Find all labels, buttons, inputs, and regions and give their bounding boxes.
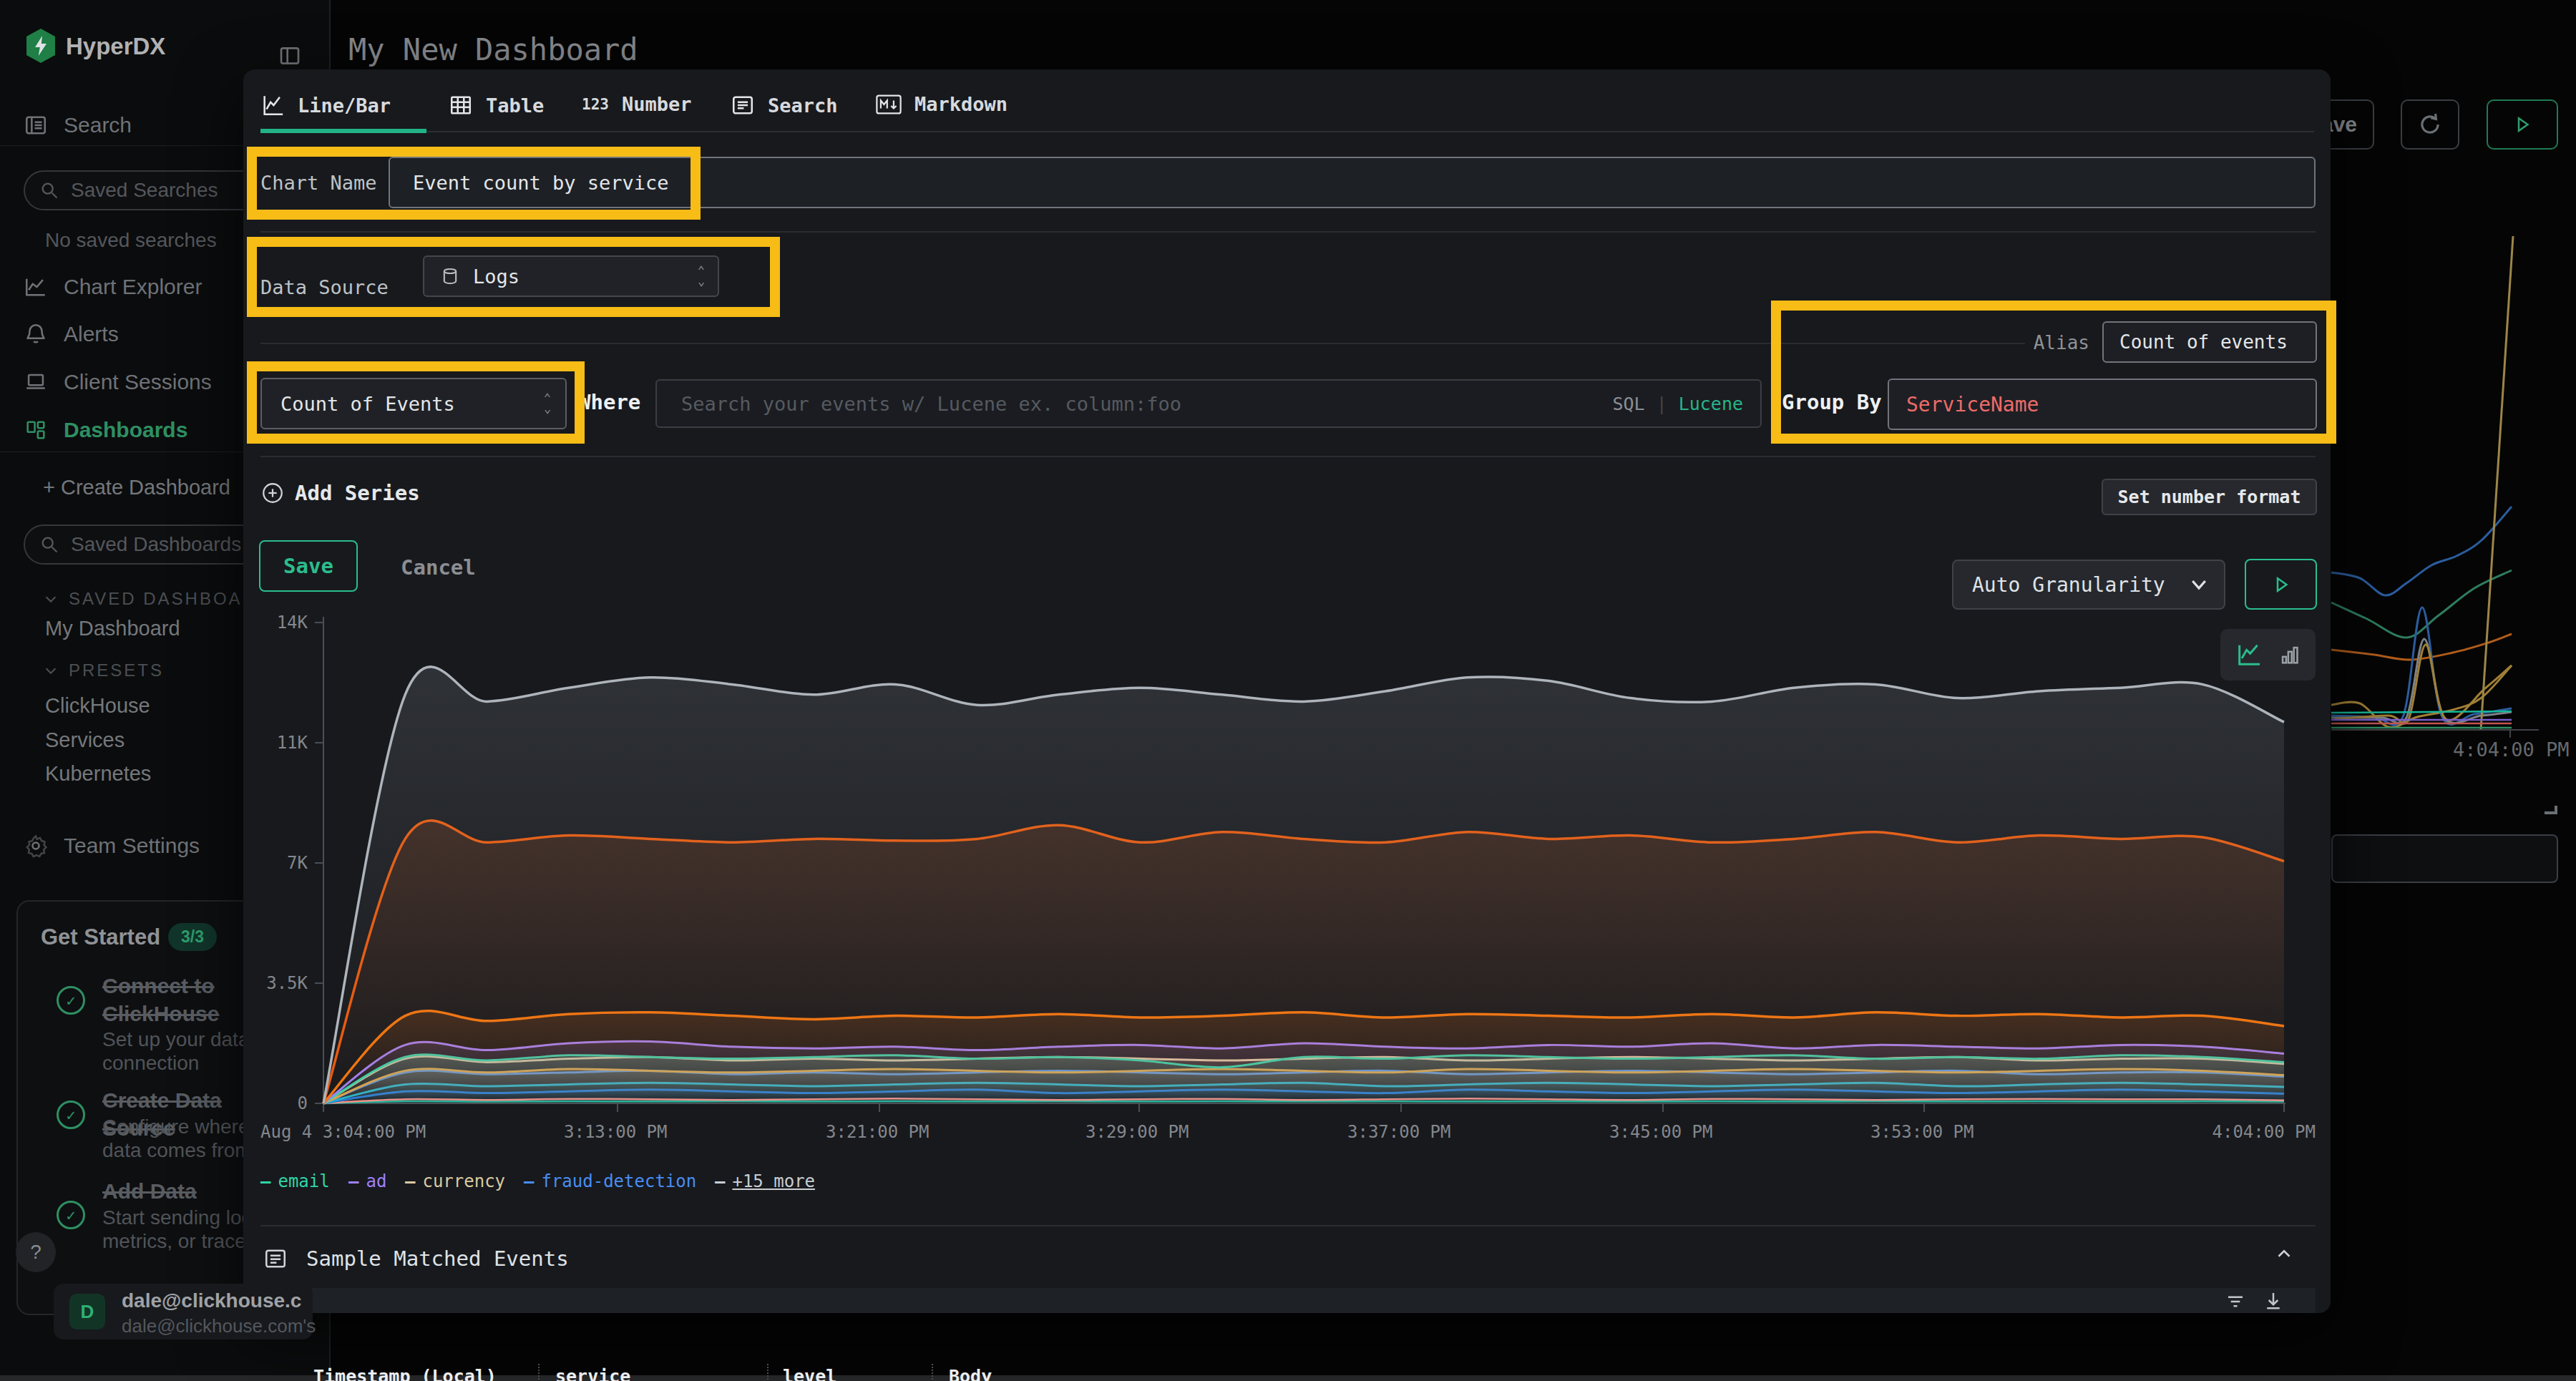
mini-chart-x-label: 4:04:00 PM (2453, 738, 2570, 761)
user-email: dale@clickhouse.c (122, 1289, 301, 1312)
legend-label: email (278, 1171, 329, 1191)
list-icon (263, 1246, 288, 1271)
user-sub: dale@clickhouse.com's (122, 1315, 316, 1337)
sidebar-item-services[interactable]: Services (45, 728, 125, 752)
sidebar-item-client-sessions[interactable]: Client Sessions (24, 370, 212, 394)
hyperdx-logo-icon (24, 27, 58, 64)
legend-dash: — (524, 1171, 534, 1191)
gear-icon (24, 834, 48, 858)
column-header[interactable]: level (783, 1366, 836, 1381)
x-axis-label: 3:53:00 PM (1870, 1122, 1974, 1142)
avatar: D (69, 1294, 105, 1329)
x-axis-label: 3:13:00 PM (564, 1122, 668, 1142)
play-icon (2512, 114, 2533, 135)
sidebar-item-dashboards[interactable]: Dashboards (24, 418, 187, 442)
highlight-alias-group-by (1771, 301, 2336, 444)
legend-item[interactable]: — email (260, 1171, 330, 1191)
help-button[interactable]: ? (16, 1232, 56, 1272)
get-started-title: Get Started (41, 924, 160, 950)
table-sort-icon[interactable] (2263, 1289, 2284, 1311)
x-axis-label: 3:37:00 PM (1347, 1122, 1451, 1142)
refresh-icon (2416, 111, 2444, 138)
refresh-button[interactable] (2401, 99, 2459, 150)
sidebar-item-alerts[interactable]: Alerts (24, 322, 119, 346)
sidebar-item-clickhouse[interactable]: ClickHouse (45, 694, 150, 718)
legend-label: fraud-detection (541, 1171, 696, 1191)
dashboard-play-button[interactable] (2487, 99, 2558, 150)
x-axis-label: Aug 4 3:04:00 PM (260, 1122, 426, 1142)
search-icon (39, 535, 59, 555)
table-header-row (260, 1288, 2316, 1313)
y-axis-label: 11K (250, 733, 308, 753)
no-saved-searches: No saved searches (45, 229, 217, 252)
column-header[interactable]: service (555, 1366, 630, 1381)
sidebar-item-kubernetes[interactable]: Kubernetes (45, 762, 151, 786)
legend-dash: — (348, 1171, 358, 1191)
background-input[interactable] (2331, 834, 2558, 883)
highlight-data-source (247, 237, 780, 317)
page-title: My New Dashboard (348, 32, 638, 67)
y-axis-label: 3.5K (250, 973, 308, 993)
legend-label: +15 more (732, 1171, 815, 1191)
resize-handle[interactable] (2545, 806, 2557, 814)
get-started-badge: 3/3 (168, 923, 217, 951)
column-header[interactable]: Timestamp (Local) (313, 1366, 497, 1381)
sidebar-item-team-settings[interactable]: Team Settings (24, 834, 200, 858)
legend-item[interactable]: — +15 more (715, 1171, 815, 1191)
legend-item[interactable]: — ad (348, 1171, 386, 1191)
background-mini-chart (2331, 501, 2512, 730)
section-presets[interactable]: PRESETS (43, 660, 164, 680)
chart-explorer-icon (24, 275, 48, 299)
search-icon (39, 180, 59, 200)
x-axis-label: 4:04:00 PM (2212, 1122, 2316, 1142)
app-title: HyperDX (66, 33, 165, 60)
chevron-down-icon (43, 663, 59, 678)
legend-dash: — (715, 1171, 725, 1191)
user-menu[interactable]: D dale@clickhouse.c dale@clickhouse.com'… (54, 1284, 313, 1339)
y-axis-label: 0 (250, 1093, 308, 1113)
dashboards-icon (24, 418, 48, 442)
sidebar-item-chart-explorer[interactable]: Chart Explorer (24, 275, 202, 299)
highlight-aggregation (247, 361, 585, 444)
legend-label: ad (366, 1171, 386, 1191)
highlight-chart-name (247, 147, 701, 220)
x-axis-label: 3:29:00 PM (1085, 1122, 1189, 1142)
legend-dash: — (405, 1171, 415, 1191)
x-axis-label: 3:45:00 PM (1609, 1122, 1713, 1142)
legend-dash: — (260, 1171, 270, 1191)
sample-events-header[interactable]: Sample Matched Events (263, 1246, 569, 1271)
collapse-chevron-icon[interactable] (2273, 1243, 2295, 1264)
create-dashboard-button[interactable]: + Create Dashboard (43, 476, 230, 499)
y-axis-label: 14K (250, 613, 308, 633)
chevron-down-icon (43, 591, 59, 607)
sidebar-item-search[interactable]: Search (24, 113, 132, 137)
table-filter-icon[interactable] (2225, 1291, 2246, 1312)
column-header[interactable]: Body (949, 1366, 992, 1381)
y-axis-label: 7K (250, 853, 308, 873)
laptop-icon (24, 370, 48, 394)
sidebar-collapse-icon[interactable] (278, 44, 301, 67)
bell-icon (24, 322, 48, 346)
x-axis-label: 3:21:00 PM (826, 1122, 930, 1142)
legend-label: currency (422, 1171, 505, 1191)
sidebar-item-my-dashboard[interactable]: My Dashboard (45, 617, 180, 640)
mini-chart-axis (2331, 729, 2539, 731)
search-list-icon (24, 113, 48, 137)
legend-item[interactable]: — fraud-detection (524, 1171, 696, 1191)
legend-item[interactable]: — currency (405, 1171, 505, 1191)
